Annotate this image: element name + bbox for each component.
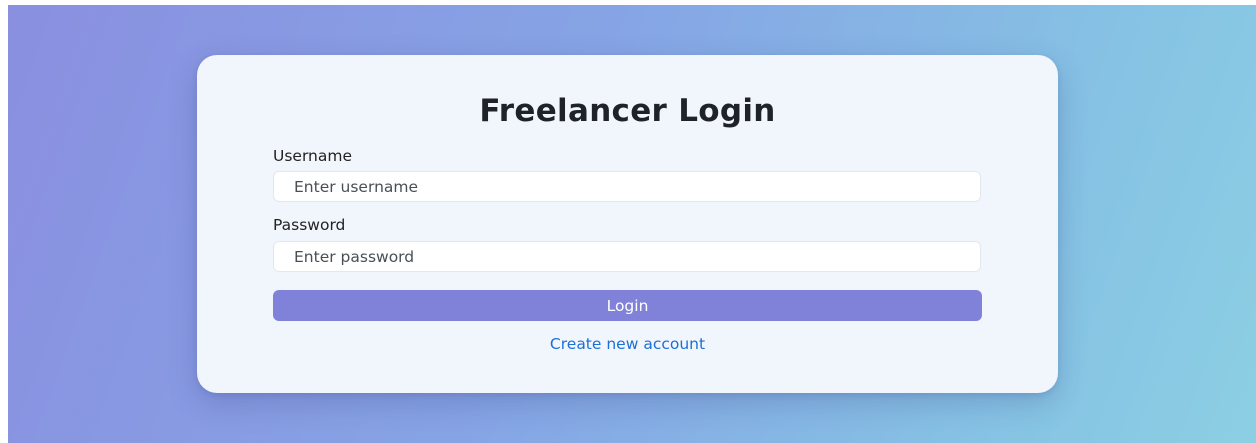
login-card: Freelancer Login Username Password Login… xyxy=(197,55,1058,393)
password-label: Password xyxy=(273,216,346,234)
username-label: Username xyxy=(273,147,353,165)
create-account-link[interactable]: Create new account xyxy=(550,335,705,353)
password-input[interactable] xyxy=(273,241,981,272)
username-input[interactable] xyxy=(273,171,981,202)
login-button[interactable]: Login xyxy=(273,290,982,321)
page-title: Freelancer Login xyxy=(479,93,776,129)
create-account-row: Create new account xyxy=(197,334,1058,354)
page-background: Freelancer Login Username Password Login… xyxy=(8,5,1256,443)
